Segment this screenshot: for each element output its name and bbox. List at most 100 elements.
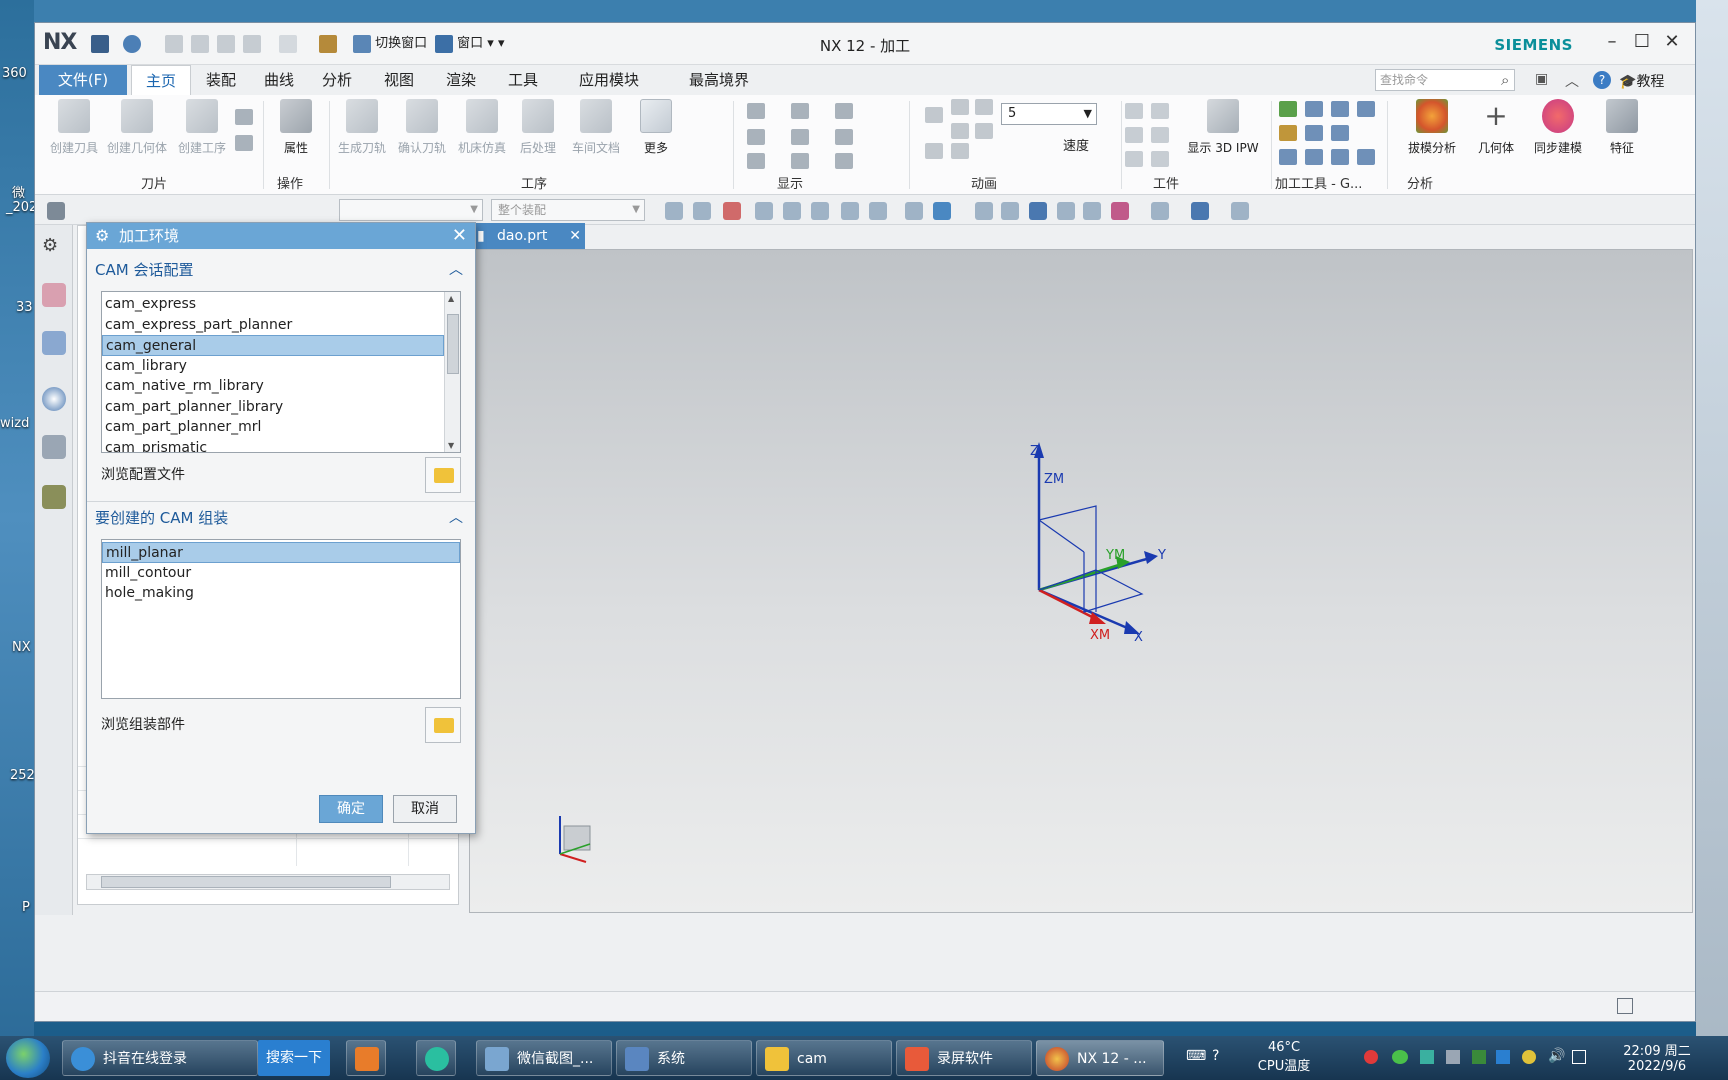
step-icon[interactable] — [951, 123, 969, 139]
generate-toolpath-button[interactable]: 生成刀轨 — [333, 99, 391, 156]
nvidia-tray-icon[interactable] — [1472, 1050, 1486, 1064]
machining-tool-icon[interactable] — [1305, 101, 1323, 117]
help-icon[interactable]: ? — [1593, 71, 1611, 89]
step-icon[interactable] — [975, 123, 993, 139]
tab-view[interactable]: 视图 — [371, 65, 427, 95]
select-box-icon[interactable] — [869, 202, 887, 220]
render-style-icon[interactable] — [1111, 202, 1129, 220]
machining-tool-icon[interactable] — [1357, 101, 1375, 117]
desktop-icon-label[interactable]: wizd — [0, 416, 29, 431]
list-item-selected[interactable]: cam_general — [102, 335, 444, 356]
list-item[interactable]: cam_express_part_planner — [102, 315, 444, 336]
pan-icon[interactable] — [1057, 202, 1075, 220]
snap-icon[interactable] — [783, 202, 801, 220]
keyboard-icon[interactable]: ⌨ — [1186, 1048, 1206, 1064]
taskbar-item-cam-folder[interactable]: cam — [756, 1040, 892, 1076]
create-tool-button[interactable]: 创建刀具 — [45, 99, 103, 156]
wechat-tray-icon[interactable] — [1392, 1050, 1408, 1064]
draft-analysis-button[interactable]: 拔模分析 — [1395, 99, 1469, 156]
machining-tool-icon[interactable] — [1305, 125, 1323, 141]
machining-tool-icon[interactable] — [1279, 149, 1297, 165]
machine-tool-navigator-icon[interactable] — [42, 331, 66, 355]
machining-tool-icon[interactable] — [1331, 125, 1349, 141]
fullscreen-icon[interactable] — [1617, 998, 1633, 1014]
tab-home[interactable]: 主页 — [131, 65, 191, 95]
input-method-icon[interactable] — [1496, 1050, 1510, 1064]
geometry-button[interactable]: + 几何体 — [1467, 99, 1525, 156]
menu-icon[interactable] — [47, 202, 65, 220]
play-icon[interactable] — [925, 107, 943, 123]
machining-tool-icon[interactable] — [1305, 149, 1323, 165]
display-icon[interactable] — [747, 153, 765, 169]
config-list-scroll-thumb[interactable] — [447, 314, 459, 374]
list-item[interactable]: cam_part_planner_mrl — [102, 417, 444, 438]
start-button[interactable] — [6, 1038, 50, 1078]
part-file-tab[interactable]: ▮ dao.prt ✕ — [469, 223, 585, 249]
snap-icon[interactable] — [665, 202, 683, 220]
tutorial-button[interactable]: 🎓教程 — [1619, 71, 1664, 91]
close-tab-icon[interactable]: ✕ — [569, 223, 581, 249]
snap-icon[interactable] — [693, 202, 711, 220]
background-icon[interactable] — [1151, 202, 1169, 220]
display-icon[interactable] — [791, 153, 809, 169]
view-icon[interactable] — [1083, 202, 1101, 220]
cam-session-config-header[interactable]: CAM 会话配置 ︿ — [95, 257, 467, 283]
shop-docs-button[interactable]: 车间文档 — [567, 99, 625, 156]
history-clock-icon[interactable] — [42, 387, 66, 411]
tab-curve[interactable]: 曲线 — [251, 65, 307, 95]
snap-icon[interactable] — [841, 202, 859, 220]
tab-file[interactable]: 文件(F) — [39, 65, 127, 95]
browse-setup-part-button[interactable] — [425, 707, 461, 743]
fit-view-icon[interactable] — [975, 202, 993, 220]
command-search-input[interactable]: 查找命令 — [1375, 69, 1515, 91]
workpiece-icon[interactable] — [1151, 127, 1169, 143]
close-icon[interactable]: ✕ — [1659, 29, 1685, 55]
view-icon[interactable] — [905, 202, 923, 220]
desktop-icon-label[interactable]: 360 — [2, 66, 27, 81]
tab-render[interactable]: 渲染 — [433, 65, 489, 95]
workpiece-icon[interactable] — [1125, 127, 1143, 143]
orient-view-icon[interactable] — [1191, 202, 1209, 220]
ok-button[interactable]: 确定 — [319, 795, 383, 823]
properties-button[interactable]: 属性 — [267, 99, 325, 156]
show-3d-ipw-button[interactable]: 显示 3D IPW — [1181, 99, 1265, 156]
tool-library-icon[interactable] — [42, 435, 66, 459]
navigator-hscroll-thumb[interactable] — [101, 876, 391, 888]
step-forward-icon[interactable] — [975, 99, 993, 115]
cam-session-config-list[interactable]: cam_express cam_express_part_planner cam… — [101, 291, 461, 453]
more-button[interactable]: 更多 — [627, 99, 685, 156]
tray-icon[interactable] — [1446, 1050, 1460, 1064]
list-item[interactable]: mill_contour — [102, 563, 460, 584]
tab-assembly[interactable]: 装配 — [193, 65, 249, 95]
display-icon[interactable] — [835, 103, 853, 119]
animation-speed-select[interactable]: 5 ▼ — [1001, 103, 1097, 125]
display-icon[interactable] — [791, 103, 809, 119]
workpiece-icon[interactable] — [1151, 151, 1169, 167]
taskbar-item-app[interactable] — [416, 1040, 456, 1076]
taskbar-item-powerpoint[interactable] — [346, 1040, 386, 1076]
ribbon-small-icon[interactable] — [235, 135, 253, 151]
desktop-icon-label[interactable]: NX — [12, 640, 31, 655]
machining-tool-icon[interactable] — [1279, 125, 1297, 141]
zoom-icon[interactable] — [1001, 202, 1019, 220]
desktop-icon-label[interactable]: 33 — [16, 300, 33, 315]
create-geometry-button[interactable]: 创建几何体 — [105, 99, 169, 156]
reverse-icon[interactable] — [951, 143, 969, 159]
display-icon[interactable] — [791, 129, 809, 145]
security-tray-icon[interactable] — [1420, 1050, 1434, 1064]
settings-gear-icon[interactable]: ⚙ — [42, 235, 66, 259]
graphics-window[interactable]: Z ZM YM Y XM X — [469, 249, 1693, 913]
collapse-ribbon-icon[interactable]: ︿ — [1565, 71, 1579, 91]
desktop-icon-label[interactable]: _202 — [6, 200, 37, 215]
taskbar-item-nx[interactable]: NX 12 - ... — [1036, 1040, 1164, 1076]
operation-navigator-icon[interactable] — [42, 283, 66, 307]
taskbar-item-wechat-screenshot[interactable]: 微信截图_... — [476, 1040, 612, 1076]
workpiece-icon[interactable] — [1125, 103, 1143, 119]
list-item-selected[interactable]: mill_planar — [102, 542, 460, 563]
machining-tool-icon[interactable] — [1357, 149, 1375, 165]
browse-config-file-button[interactable] — [425, 457, 461, 493]
create-operation-button[interactable]: 创建工序 — [173, 99, 231, 156]
ribbon-small-icon[interactable] — [235, 109, 253, 125]
display-icon[interactable] — [835, 153, 853, 169]
list-item[interactable]: cam_express — [102, 294, 444, 315]
